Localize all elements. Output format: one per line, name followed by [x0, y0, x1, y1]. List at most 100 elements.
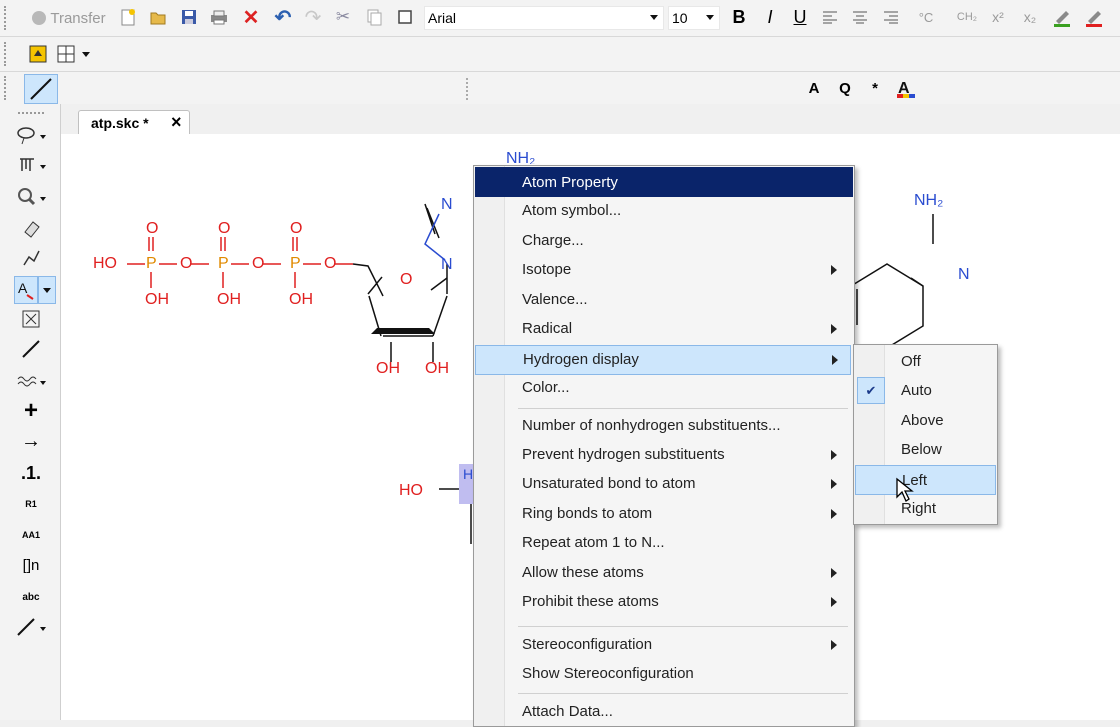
toolbar-grip[interactable] — [18, 112, 44, 116]
menu-item-radical[interactable]: Radical — [475, 315, 853, 343]
submenu-item-auto[interactable]: ✔ Auto — [855, 376, 996, 404]
superscript-button[interactable]: x² — [986, 6, 1010, 28]
atom-color-icon[interactable]: A — [894, 76, 918, 100]
nh2-label-partial: NH₂ — [506, 150, 536, 164]
close-icon[interactable]: × — [171, 112, 182, 133]
submenu-arrow-icon — [831, 450, 837, 460]
menu-item-attach-data[interactable]: Attach Data... — [475, 698, 853, 726]
toolbar-grip[interactable] — [4, 6, 10, 30]
submenu-arrow-icon — [831, 640, 837, 650]
oh-label: OH — [217, 291, 241, 308]
underline-button[interactable]: U — [789, 6, 811, 28]
delete-icon[interactable]: ✕ — [240, 6, 262, 29]
new-file-icon[interactable] — [118, 7, 138, 27]
oxygen-label: O — [290, 220, 303, 237]
numbering-tool[interactable]: .1. — [14, 460, 48, 486]
eraser-icon[interactable] — [14, 215, 48, 241]
menu-item-valence[interactable]: Valence... — [475, 286, 853, 314]
text-tool[interactable]: abc — [14, 584, 48, 610]
phosphorus-label: P — [218, 255, 229, 272]
any-atom-button[interactable]: * — [864, 76, 886, 100]
celsius-button[interactable]: °C — [912, 6, 940, 28]
menu-item-charge[interactable]: Charge... — [475, 227, 853, 255]
atom-context-menu: Atom Property Atom symbol... Charge... Iso… — [473, 165, 855, 727]
select-tool-icon[interactable] — [14, 152, 48, 178]
transfer-icon — [32, 11, 47, 25]
lasso-tool-icon[interactable] — [14, 122, 48, 148]
single-bond-tool[interactable] — [24, 74, 58, 104]
print-icon[interactable] — [208, 7, 230, 27]
hydrogen-display-submenu: Off ✔ Auto Above Below Left Right — [853, 344, 998, 525]
mouse-cursor-icon — [896, 477, 914, 502]
submenu-arrow-icon — [831, 324, 837, 334]
copy-icon[interactable] — [363, 6, 385, 28]
atom-label-button[interactable]: A — [803, 76, 825, 100]
oh-label: OH — [425, 360, 449, 377]
zoom-tool-icon[interactable] — [14, 184, 48, 210]
highlight-pen-icon[interactable] — [1050, 6, 1074, 28]
wavy-line-icon[interactable] — [14, 368, 48, 394]
menu-item-repeat-atom-1-to-n[interactable]: Repeat atom 1 to N... — [475, 529, 853, 557]
aa1-tool[interactable]: AA1 — [14, 522, 48, 548]
query-atom-button[interactable]: Q — [834, 76, 856, 100]
italic-button[interactable]: I — [759, 6, 781, 28]
submenu-item-off[interactable]: Off — [855, 347, 996, 375]
menu-item-isotope[interactable]: Isotope — [475, 256, 853, 284]
ho-label: HO — [93, 255, 117, 272]
align-right-icon[interactable] — [880, 6, 902, 28]
menu-separator — [518, 693, 848, 694]
grid-template-icon[interactable] — [56, 42, 92, 66]
pen-tool-icon[interactable] — [14, 614, 48, 640]
rgroup-tool[interactable]: R1 — [14, 491, 48, 517]
subscript-button[interactable]: x₂ — [1018, 6, 1042, 28]
transfer-button[interactable]: Transfer — [28, 8, 110, 28]
submenu-item-left[interactable]: Left — [855, 465, 996, 495]
submenu-item-right[interactable]: Right — [855, 494, 996, 522]
clear-box-icon[interactable] — [14, 306, 48, 332]
svg-text:A: A — [18, 280, 28, 296]
submenu-arrow-icon — [831, 479, 837, 489]
chevron-down-icon — [650, 15, 658, 20]
arrow-icon[interactable]: → — [14, 428, 48, 454]
hydrogen-label: H — [463, 466, 474, 482]
submenu-item-below[interactable]: Below — [855, 435, 996, 463]
paste-icon[interactable] — [394, 6, 416, 28]
cut-icon[interactable]: ✂ — [332, 6, 354, 28]
redo-icon[interactable]: ↷ — [302, 6, 324, 29]
menu-item-unsaturated-bond-to-atom[interactable]: Unsaturated bond to atom — [475, 470, 853, 498]
menu-item-allow-these-atoms[interactable]: Allow these atoms — [475, 559, 853, 587]
toolbar-grip[interactable] — [4, 42, 10, 66]
toolbar-grip[interactable] — [4, 76, 10, 100]
ring-oxygen-label: O — [400, 271, 413, 288]
menu-item-show-stereoconfiguration[interactable]: Show Stereoconfiguration — [475, 660, 853, 688]
undo-icon[interactable]: ↶ — [272, 6, 294, 29]
menu-item-prevent-hydrogen-substituents[interactable]: Prevent hydrogen substituents — [475, 441, 853, 469]
open-folder-icon[interactable] — [148, 7, 168, 27]
submenu-item-above[interactable]: Above — [855, 406, 996, 434]
menu-item-color[interactable]: Color... — [475, 374, 853, 402]
font-size-select[interactable]: 10 — [668, 6, 720, 30]
align-center-icon[interactable] — [849, 6, 871, 28]
ch2-button[interactable]: CH₂ — [952, 6, 982, 28]
bold-button[interactable]: B — [728, 6, 750, 28]
oxygen-label: O — [180, 255, 193, 272]
bracket-tool[interactable]: []n — [14, 552, 48, 578]
menu-item-ring-bonds-to-atom[interactable]: Ring bonds to atom — [475, 500, 853, 528]
save-icon[interactable] — [178, 7, 200, 27]
menu-item-number-of-nonhydrogen-substituents[interactable]: Number of nonhydrogen substituents... — [475, 412, 853, 440]
menu-item-hydrogen-display[interactable]: Hydrogen display — [475, 345, 851, 375]
menu-title: Atom Property — [475, 167, 853, 197]
template-icon[interactable] — [26, 42, 50, 66]
menu-item-prohibit-these-atoms[interactable]: Prohibit these atoms — [475, 588, 853, 616]
align-left-icon[interactable] — [819, 6, 841, 28]
atom-tool-icon[interactable]: A — [14, 276, 38, 304]
text-color-icon[interactable] — [1082, 6, 1106, 28]
plus-icon[interactable]: + — [14, 397, 48, 424]
font-name-select[interactable]: Arial — [424, 6, 664, 30]
menu-item-stereoconfiguration[interactable]: Stereoconfiguration — [475, 631, 853, 659]
atom-tool-dropdown[interactable] — [38, 276, 56, 304]
line-tool-icon[interactable] — [14, 336, 48, 362]
tab-atp[interactable]: atp.skc * × — [78, 110, 190, 136]
menu-item-atom-symbol[interactable]: Atom symbol... — [475, 197, 853, 225]
chain-tool-icon[interactable] — [14, 244, 48, 270]
